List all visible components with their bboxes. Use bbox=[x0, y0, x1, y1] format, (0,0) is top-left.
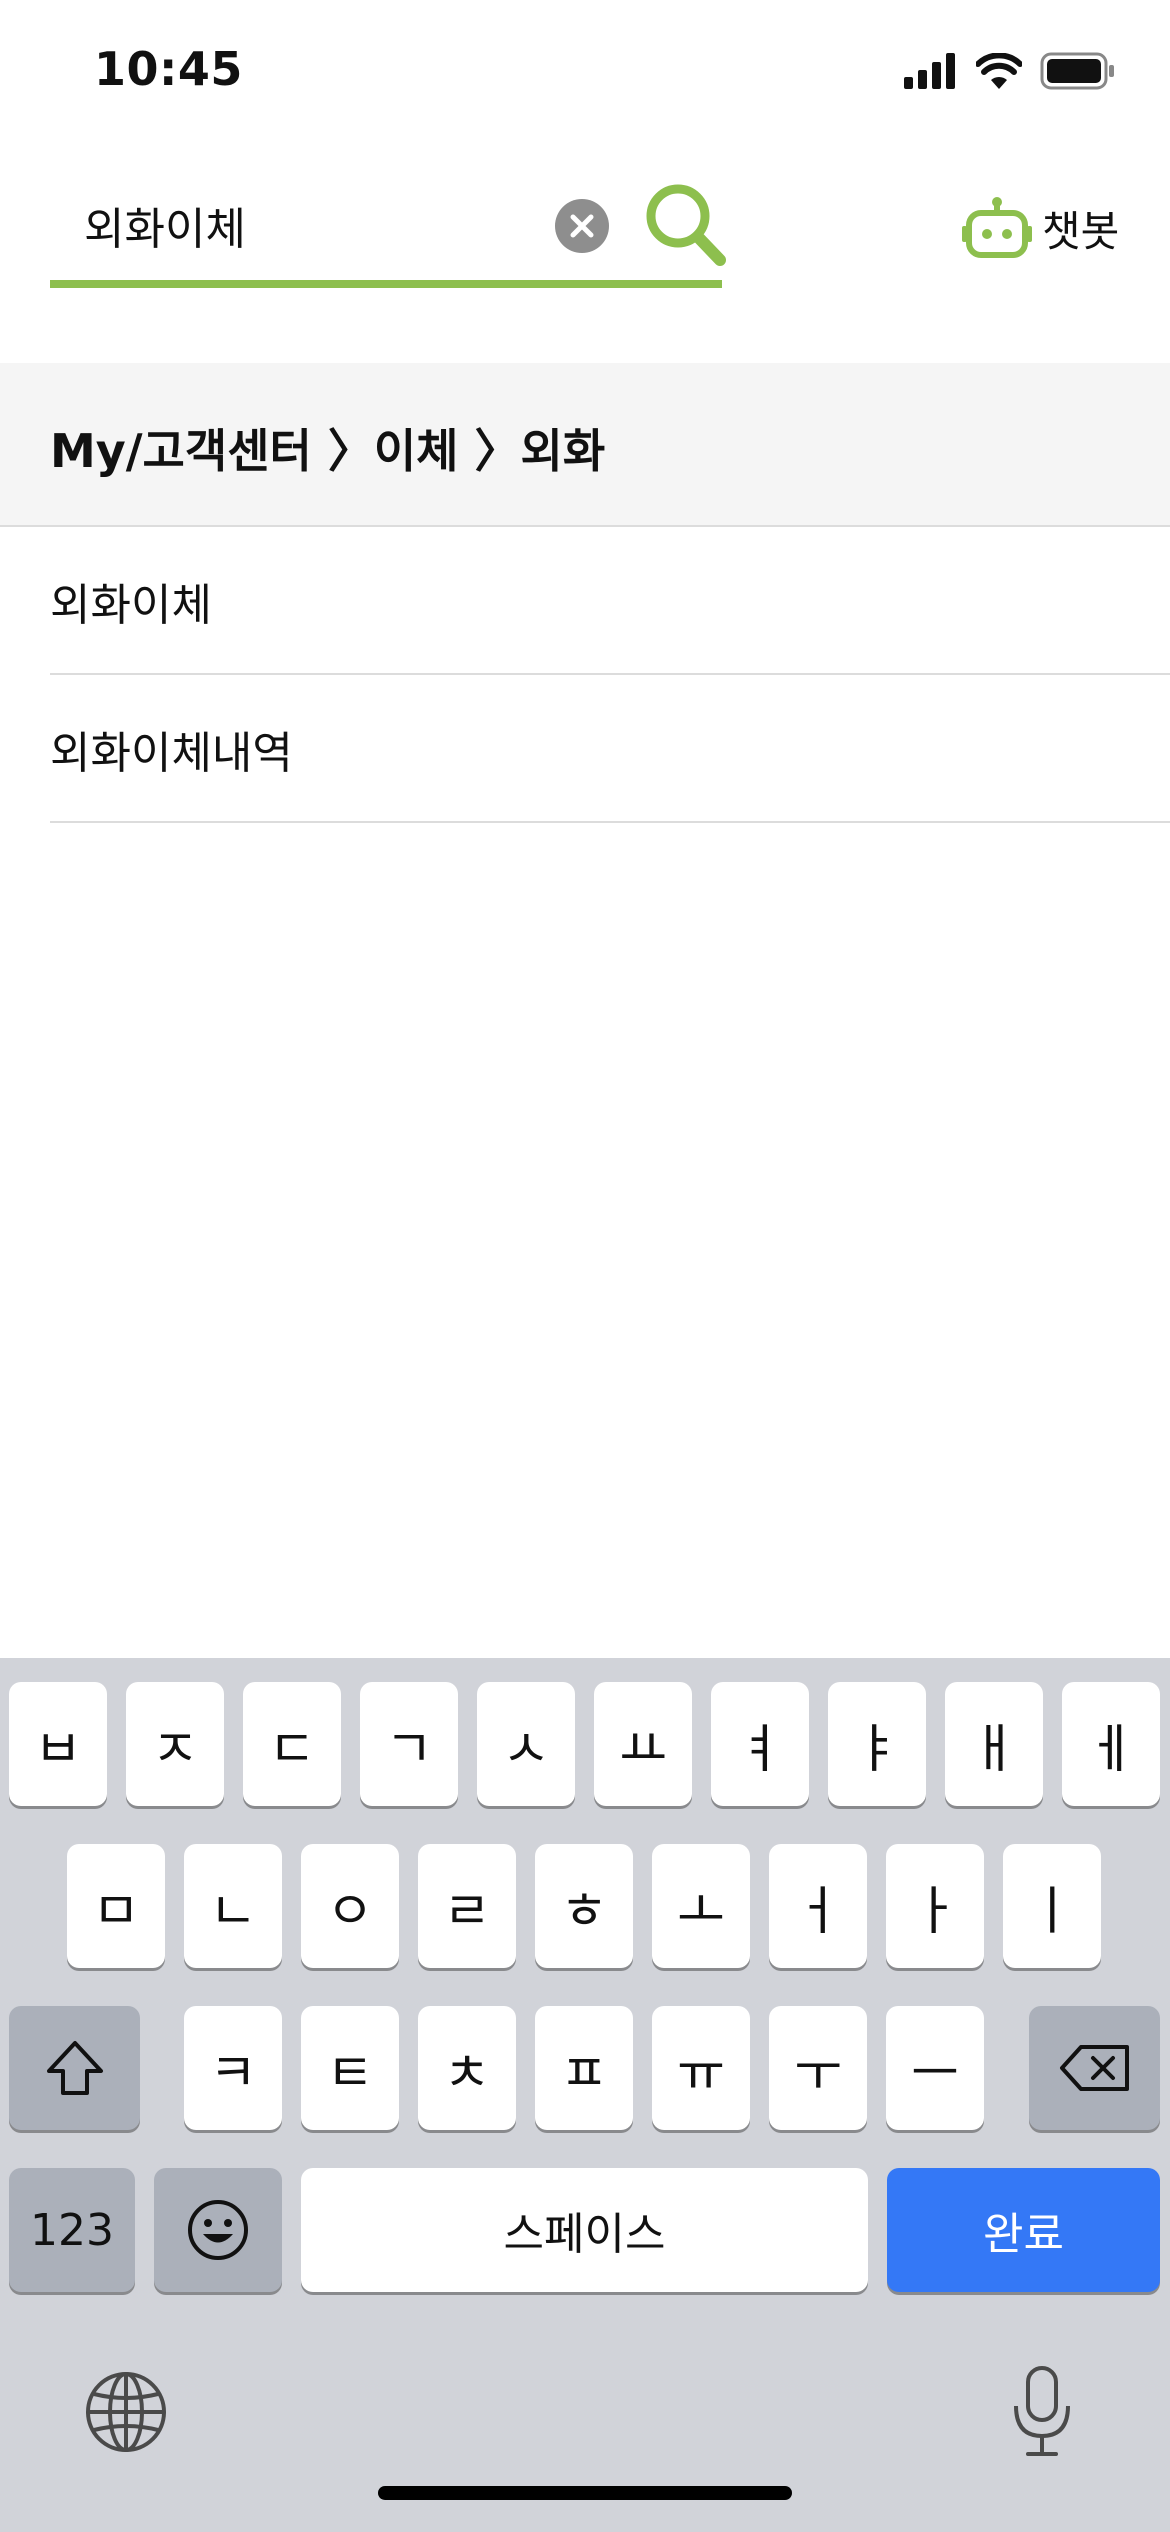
clear-icon bbox=[555, 199, 609, 253]
microphone-icon bbox=[1014, 2366, 1070, 2456]
key-nieun[interactable]: ㄴ bbox=[184, 1844, 282, 1968]
emoji-icon bbox=[188, 2200, 248, 2260]
search-input[interactable] bbox=[50, 190, 564, 260]
key-eu[interactable]: ㅡ bbox=[886, 2006, 984, 2130]
battery-icon bbox=[1040, 52, 1114, 90]
key-hieut[interactable]: ㅎ bbox=[535, 1844, 633, 1968]
key-digeut[interactable]: ㄷ bbox=[243, 1682, 341, 1806]
key-siot[interactable]: ㅅ bbox=[477, 1682, 575, 1806]
robot-icon bbox=[962, 197, 1032, 258]
search-underline bbox=[50, 280, 722, 288]
search-box bbox=[50, 170, 726, 290]
shift-key[interactable] bbox=[9, 2006, 140, 2130]
key-ieung[interactable]: ㅇ bbox=[301, 1844, 399, 1968]
emoji-key[interactable] bbox=[154, 2168, 282, 2292]
done-key[interactable]: 완료 bbox=[887, 2168, 1160, 2292]
key-yo[interactable]: ㅛ bbox=[594, 1682, 692, 1806]
key-chieut[interactable]: ㅊ bbox=[418, 2006, 516, 2130]
home-indicator bbox=[378, 2486, 792, 2500]
result-item-label: 외화이체 bbox=[50, 580, 212, 631]
key-a[interactable]: ㅏ bbox=[886, 1844, 984, 1968]
cellular-signal-icon bbox=[904, 53, 955, 89]
key-yeo[interactable]: ㅕ bbox=[711, 1682, 809, 1806]
delete-key[interactable] bbox=[1029, 2006, 1160, 2130]
chatbot-button[interactable]: 챗봇 bbox=[962, 196, 1119, 260]
key-e[interactable]: ㅔ bbox=[1062, 1682, 1160, 1806]
key-eo[interactable]: ㅓ bbox=[769, 1844, 867, 1968]
dictation-button[interactable] bbox=[1010, 2364, 1074, 2460]
key-pieup[interactable]: ㅍ bbox=[535, 2006, 633, 2130]
key-giyeok[interactable]: ㄱ bbox=[360, 1682, 458, 1806]
globe-icon bbox=[86, 2372, 166, 2452]
key-yu[interactable]: ㅠ bbox=[652, 2006, 750, 2130]
status-icons bbox=[904, 52, 1116, 90]
breadcrumb-bar: My/고객센터 〉이체 〉외화 bbox=[0, 363, 1170, 527]
key-bieup[interactable]: ㅂ bbox=[9, 1682, 107, 1806]
key-mieum[interactable]: ㅁ bbox=[67, 1844, 165, 1968]
result-item-foreign-transfer-history[interactable]: 외화이체내역 bbox=[50, 673, 1170, 823]
key-kieuk[interactable]: ㅋ bbox=[184, 2006, 282, 2130]
keyboard: ㅂ ㅈ ㄷ ㄱ ㅅ ㅛ ㅕ ㅑ ㅐ ㅔ ㅁ ㄴ ㅇ ㄹ ㅎ ㅗ ㅓ ㅏ ㅣ ㅋ … bbox=[0, 1658, 1170, 2532]
clear-search-button[interactable] bbox=[554, 198, 610, 254]
key-i[interactable]: ㅣ bbox=[1003, 1844, 1101, 1968]
key-rieul[interactable]: ㄹ bbox=[418, 1844, 516, 1968]
key-jieut[interactable]: ㅈ bbox=[126, 1682, 224, 1806]
backspace-icon bbox=[1059, 2045, 1129, 2091]
key-o[interactable]: ㅗ bbox=[652, 1844, 750, 1968]
search-button[interactable] bbox=[644, 180, 728, 270]
key-u[interactable]: ㅜ bbox=[769, 2006, 867, 2130]
globe-button[interactable] bbox=[84, 2370, 168, 2454]
key-ae[interactable]: ㅐ bbox=[945, 1682, 1043, 1806]
space-key[interactable]: 스페이스 bbox=[301, 2168, 868, 2292]
key-ya[interactable]: ㅑ bbox=[828, 1682, 926, 1806]
result-item-foreign-transfer[interactable]: 외화이체 bbox=[50, 525, 1170, 675]
numbers-key[interactable]: 123 bbox=[9, 2168, 135, 2292]
result-item-label: 외화이체내역 bbox=[50, 728, 293, 779]
shift-icon bbox=[46, 2041, 103, 2095]
wifi-icon bbox=[976, 53, 1022, 89]
status-bar: 10:45 bbox=[0, 0, 1170, 150]
key-tieut[interactable]: ㅌ bbox=[301, 2006, 399, 2130]
breadcrumb: My/고객센터 〉이체 〉외화 bbox=[50, 424, 606, 478]
chatbot-label: 챗봇 bbox=[1042, 206, 1120, 256]
status-time: 10:45 bbox=[94, 42, 243, 96]
search-icon bbox=[646, 184, 726, 266]
